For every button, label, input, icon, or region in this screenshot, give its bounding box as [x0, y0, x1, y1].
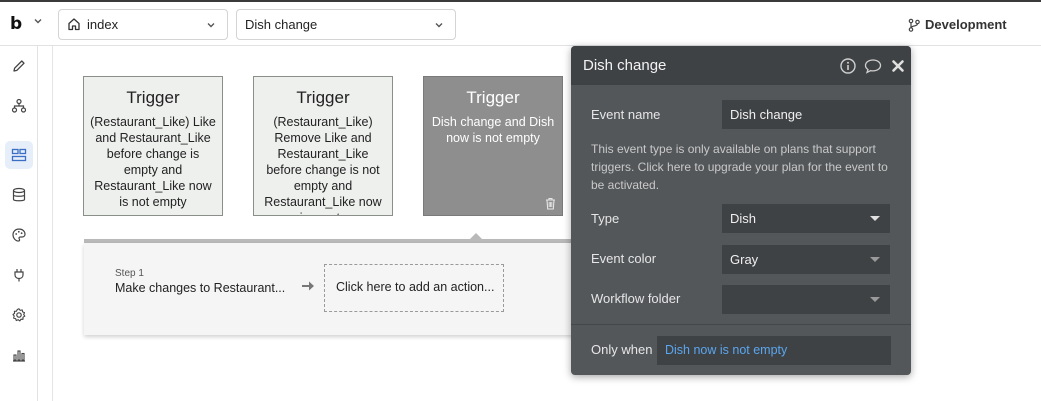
sidebar-item-plugins[interactable]: [5, 261, 33, 289]
trigger-title: Trigger: [126, 88, 180, 107]
only-when-expression[interactable]: Dish now is not empty: [665, 343, 787, 357]
caret-down-icon: [870, 297, 880, 302]
chevron-down-icon: [435, 23, 443, 28]
workflow-folder-label: Workflow folder: [591, 291, 681, 306]
sidebar-item-styles[interactable]: [5, 221, 33, 249]
add-action-button[interactable]: Click here to add an action...: [324, 264, 504, 312]
trigger-card-2[interactable]: Trigger (Restaurant_Like) Remove Like an…: [253, 76, 393, 216]
trigger-description: (Restaurant_Like) Remove Like and Restau…: [264, 115, 382, 215]
plug-icon: [14, 269, 24, 282]
sidebar-item-workflow[interactable]: [5, 141, 33, 169]
home-icon: [68, 18, 80, 31]
add-action-label: Click here to add an action...: [336, 280, 495, 294]
sidebar-item-design[interactable]: [5, 52, 33, 80]
property-editor-title: Dish change: [583, 57, 667, 74]
sidebar-item-data[interactable]: [5, 181, 33, 209]
event-name-field[interactable]: Dish change: [722, 100, 890, 129]
sidebar-item-settings[interactable]: [5, 301, 33, 329]
bubble-logo[interactable]: b: [10, 14, 22, 34]
workflow-folder-dropdown[interactable]: [722, 285, 890, 314]
workflow-steps-panel: Step 1 Make changes to Restaurant... Cli…: [84, 243, 584, 335]
trigger-title: Trigger: [296, 88, 350, 107]
chevron-down-icon: [207, 23, 215, 28]
event-color-value: Gray: [730, 252, 759, 267]
branch-label: Development: [925, 17, 1007, 32]
pencil-icon: [13, 60, 25, 72]
property-editor-header[interactable]: Dish change: [571, 46, 911, 85]
property-editor: Dish change Event name Dish change This …: [571, 46, 911, 375]
trigger-card-1[interactable]: Trigger (Restaurant_Like) Like and Resta…: [83, 76, 223, 216]
trigger-description: Dish change and Dish now is not empty: [431, 115, 555, 145]
palette-icon: [12, 228, 26, 242]
event-dropdown-value: Dish change: [245, 17, 318, 32]
step-number: Step 1: [115, 268, 144, 279]
only-when-label: Only when: [591, 342, 653, 357]
sidebar-item-data-structure[interactable]: [5, 92, 33, 120]
event-name-label: Event name: [591, 107, 661, 122]
chevron-down-icon[interactable]: [32, 15, 44, 27]
step-panel-pointer: [469, 233, 483, 240]
caret-down-icon: [870, 257, 880, 262]
upgrade-plan-note[interactable]: This event type is only available on pla…: [591, 140, 901, 194]
comment-icon[interactable]: [864, 58, 882, 74]
arrow-right-icon: [302, 281, 314, 291]
close-icon[interactable]: [890, 58, 906, 74]
step-1-name[interactable]: Make changes to Restaurant...: [115, 281, 285, 295]
chart-icon: [13, 350, 25, 362]
type-label: Type: [591, 211, 620, 226]
event-dropdown[interactable]: Dish change: [236, 9, 456, 40]
event-name-value: Dish change: [730, 107, 803, 122]
trigger-card-3-selected[interactable]: Trigger Dish change and Dish now is not …: [423, 76, 563, 216]
trash-icon[interactable]: [544, 197, 557, 210]
info-icon[interactable]: [840, 58, 856, 74]
event-color-dropdown[interactable]: Gray: [722, 245, 890, 274]
database-icon: [12, 187, 26, 202]
caret-down-icon: [870, 216, 880, 221]
trigger-title: Trigger: [466, 88, 520, 107]
branch-icon: [908, 18, 920, 32]
only-when-condition-field[interactable]: Dish now is not empty: [657, 336, 891, 365]
trigger-description: (Restaurant_Like) Like and Restaurant_Li…: [90, 115, 216, 209]
event-color-label: Event color: [591, 251, 657, 266]
page-dropdown-value: index: [87, 17, 119, 32]
workflow-icon: [11, 148, 27, 162]
type-dropdown[interactable]: Dish: [722, 204, 890, 233]
page-dropdown[interactable]: index: [58, 9, 228, 40]
divider: [571, 324, 911, 325]
branch-button[interactable]: Development: [905, 10, 1025, 40]
top-bar: b index Dish change Development: [0, 0, 1041, 46]
left-sidebar: [0, 46, 38, 401]
type-value: Dish: [730, 211, 757, 226]
gear-icon: [12, 308, 26, 322]
hierarchy-icon: [11, 98, 27, 113]
sidebar-item-logs[interactable]: [5, 341, 33, 369]
canvas-gutter-line: [52, 46, 53, 401]
